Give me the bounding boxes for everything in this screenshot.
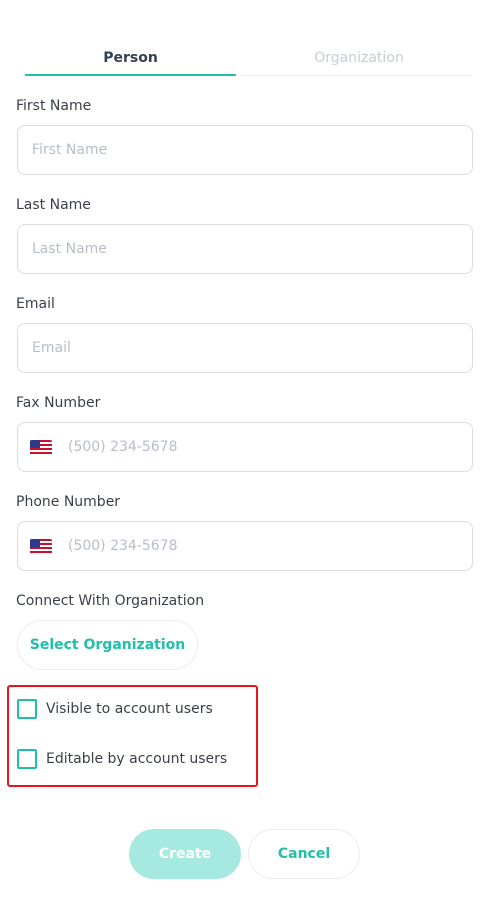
phone-number-field (17, 521, 473, 571)
tab-person[interactable]: Person (25, 46, 236, 76)
last-name-label: Last Name (16, 197, 91, 213)
select-organization-button[interactable]: Select Organization (17, 620, 198, 670)
cancel-button[interactable]: Cancel (248, 829, 360, 879)
visible-to-account-users-option[interactable]: Visible to account users (17, 699, 213, 719)
fax-number-label: Fax Number (16, 395, 101, 411)
editable-checkbox-label: Editable by account users (46, 751, 228, 767)
us-flag-icon[interactable] (30, 539, 52, 554)
email-field (17, 323, 473, 373)
create-contact-form: Person Organization First Name Last Name… (0, 0, 489, 902)
fax-number-input[interactable] (18, 423, 472, 471)
last-name-field (17, 224, 473, 274)
visible-checkbox[interactable] (17, 699, 37, 719)
email-input[interactable] (18, 324, 472, 372)
editable-checkbox[interactable] (17, 749, 37, 769)
last-name-input[interactable] (18, 225, 472, 273)
tab-organization[interactable]: Organization (246, 46, 472, 76)
fax-number-field (17, 422, 473, 472)
phone-number-input[interactable] (18, 522, 472, 570)
first-name-field (17, 125, 473, 175)
us-flag-icon[interactable] (30, 440, 52, 455)
connect-organization-label: Connect With Organization (16, 593, 205, 609)
email-label: Email (16, 296, 55, 312)
phone-number-label: Phone Number (16, 494, 121, 510)
create-button[interactable]: Create (129, 829, 241, 879)
visible-checkbox-label: Visible to account users (46, 701, 213, 717)
tab-bar: Person Organization (25, 46, 472, 76)
first-name-input[interactable] (18, 126, 472, 174)
first-name-label: First Name (16, 98, 92, 114)
editable-by-account-users-option[interactable]: Editable by account users (17, 749, 227, 769)
